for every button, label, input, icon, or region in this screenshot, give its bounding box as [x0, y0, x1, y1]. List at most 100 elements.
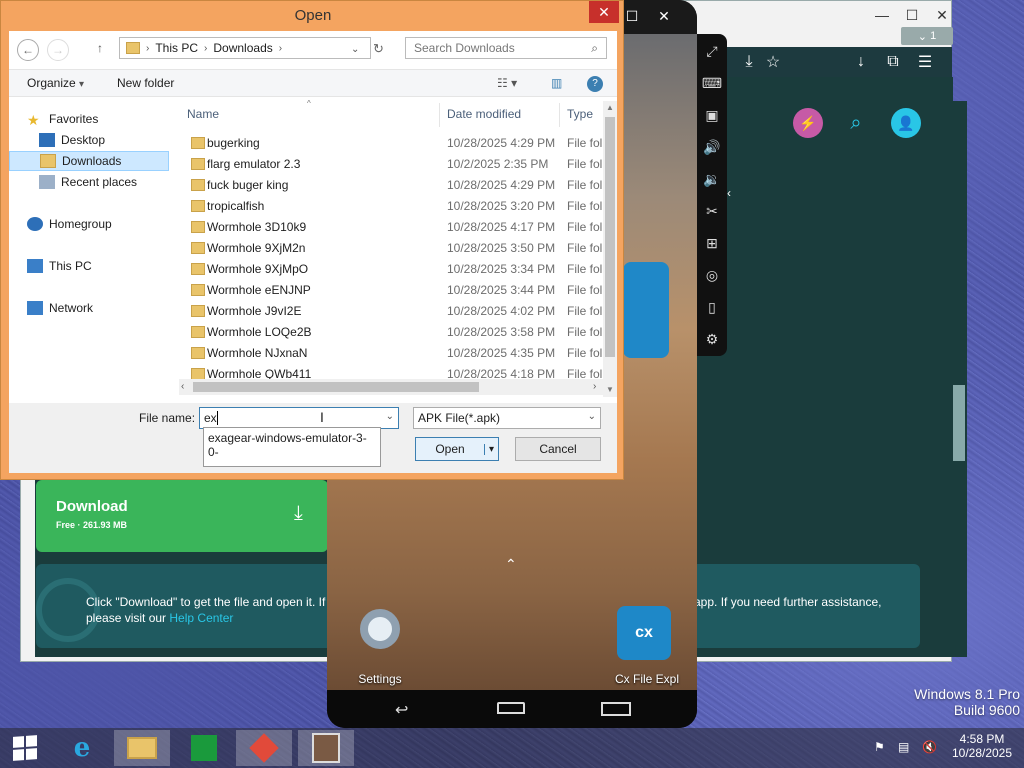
flag-icon[interactable]: ⚑ [874, 740, 885, 754]
help-icon[interactable]: ? [587, 76, 603, 92]
browser-scrollbar[interactable] [951, 101, 967, 657]
open-dropdown-icon[interactable]: ▾ [484, 443, 498, 455]
help-center-link[interactable]: Help Center [169, 611, 233, 625]
volume-down-icon[interactable]: 🔉 [701, 168, 723, 190]
app-drawer-chevron-icon[interactable]: ⌃ [505, 556, 517, 573]
open-button[interactable]: Open ▾ [415, 437, 499, 461]
recents-icon[interactable] [601, 702, 631, 716]
nav-desktop[interactable]: Desktop [39, 130, 199, 150]
network-icon [27, 301, 43, 315]
version-badge[interactable]: ⌄ 1 [901, 27, 953, 45]
view-options-icon[interactable]: ☷ ▾ [497, 76, 517, 90]
file-row[interactable]: Wormhole 3D10k9 10/28/2025 4:17 PM File fo… [185, 217, 617, 238]
volume-up-icon[interactable]: 🔊 [701, 136, 723, 158]
filename-input[interactable]: ex ⌄ [199, 407, 399, 429]
search-icon[interactable]: ⌕ [841, 108, 871, 138]
settings-app-icon[interactable] [353, 602, 407, 656]
up-arrow-icon[interactable]: ↑ [97, 41, 103, 55]
apk-install-icon[interactable]: ▣ [701, 104, 723, 126]
sidebar-collapse-icon[interactable]: ‹ [727, 186, 731, 200]
file-row[interactable]: Wormhole eENJNP 10/28/2025 3:44 PM File fo… [185, 280, 617, 301]
file-row[interactable]: Wormhole 9XjM2n 10/28/2025 3:50 PM File fo… [185, 238, 617, 259]
hscroll-thumb[interactable] [193, 382, 479, 392]
forward-arrow-icon[interactable]: → [47, 39, 69, 61]
file-list-hscroll[interactable]: ‹ › [179, 379, 603, 395]
column-name[interactable]: Name [187, 107, 219, 121]
location-icon[interactable]: ◎ [701, 264, 723, 286]
organize-button[interactable]: Organize ▾ [27, 76, 84, 90]
screenshot-icon[interactable]: ✂ [701, 200, 723, 222]
maximize-button[interactable]: ☐ [897, 3, 927, 27]
scroll-right-icon[interactable]: › [593, 381, 596, 392]
file-row[interactable]: Wormhole 9XjMpO 10/28/2025 3:34 PM File fo… [185, 259, 617, 280]
flash-icon[interactable]: ⚡ [793, 108, 823, 138]
extensions-icon[interactable]: ⧉ [881, 50, 905, 74]
column-divider[interactable] [439, 103, 440, 127]
file-row[interactable]: flarg emulator 2.3 10/2/2025 2:35 PM File … [185, 154, 617, 175]
dialog-close-button[interactable]: ✕ [589, 1, 619, 23]
volume-muted-icon[interactable]: 🔇 [922, 740, 937, 754]
home-icon[interactable] [497, 702, 525, 714]
android-widget[interactable] [623, 262, 669, 358]
network-tray-icon[interactable]: ▤ [898, 740, 909, 754]
shake-icon[interactable]: ▯ [701, 296, 723, 318]
autocomplete-item[interactable]: exagear-windows-emulator-3-0- [208, 431, 367, 459]
cancel-button[interactable]: Cancel [515, 437, 601, 461]
vscroll-thumb[interactable] [605, 117, 615, 357]
download-tray-icon[interactable]: ⤓ [737, 50, 761, 74]
nav-this-pc[interactable]: This PC [27, 256, 187, 276]
taskbar-file-explorer[interactable] [114, 730, 170, 766]
new-folder-button[interactable]: New folder [117, 76, 174, 90]
taskbar-store[interactable] [176, 730, 232, 766]
breadcrumb-downloads[interactable]: Downloads [213, 41, 272, 55]
file-row[interactable]: Wormhole NJxnaN 10/28/2025 4:35 PM File fo… [185, 343, 617, 364]
scroll-left-icon[interactable]: ‹ [181, 381, 184, 392]
star-icon[interactable]: ☆ [761, 50, 785, 74]
back-icon[interactable]: ↩ [395, 700, 408, 720]
filetype-select[interactable]: APK File(*.apk) ⌄ [413, 407, 601, 429]
column-date[interactable]: Date modified [447, 107, 521, 121]
clock[interactable]: 4:58 PM 10/28/2025 [944, 732, 1020, 760]
scroll-down-icon[interactable]: ▼ [606, 385, 614, 394]
browser-scroll-thumb[interactable] [953, 385, 965, 461]
emulator-close-button[interactable]: ✕ [649, 4, 679, 28]
start-button[interactable] [0, 730, 50, 766]
menu-icon[interactable]: ☰ [913, 50, 937, 74]
back-arrow-icon[interactable]: ← [17, 39, 39, 61]
keyboard-icon[interactable]: ⌨ [701, 72, 723, 94]
download-card[interactable]: Download Free · 261.93 MB ⤓ [36, 480, 328, 552]
file-row[interactable]: fuck buger king 10/28/2025 4:29 PM File fo… [185, 175, 617, 196]
search-input[interactable]: Search Downloads ⌕ [405, 37, 607, 59]
settings-gear-icon[interactable]: ⚙ [701, 328, 723, 350]
minimize-button[interactable]: — [867, 3, 897, 27]
refresh-icon[interactable]: ↻ [373, 41, 384, 57]
close-button[interactable]: ✕ [927, 3, 957, 27]
account-icon[interactable]: 👤 [891, 108, 921, 138]
taskbar-internet-explorer[interactable]: e [54, 730, 110, 766]
nav-favorites[interactable]: ★ Favorites [27, 109, 187, 129]
nav-recent-places[interactable]: Recent places [39, 172, 199, 192]
preview-pane-icon[interactable]: ▥ [551, 76, 562, 90]
column-type[interactable]: Type [567, 107, 593, 121]
column-divider[interactable] [559, 103, 560, 127]
cx-file-explorer-icon[interactable]: cx [617, 606, 671, 660]
taskbar-emulator-app[interactable] [236, 730, 292, 766]
multi-instance-icon[interactable]: ⊞ [701, 232, 723, 254]
file-list-vscroll[interactable]: ▲ ▼ [603, 101, 617, 397]
filename-dropdown-icon[interactable]: ⌄ [386, 411, 394, 422]
address-bar[interactable]: › This PC › Downloads › [119, 37, 371, 59]
address-dropdown-icon[interactable]: ⌄ [351, 41, 359, 55]
download-icon[interactable]: ↓ [849, 50, 873, 74]
nav-homegroup[interactable]: Homegroup [27, 214, 187, 234]
file-row[interactable]: Wormhole LOQe2B 10/28/2025 3:58 PM File fo… [185, 322, 617, 343]
file-row[interactable]: bugerking 10/28/2025 4:29 PM File fol [185, 133, 617, 154]
file-row[interactable]: tropicalfish 10/28/2025 3:20 PM File fol [185, 196, 617, 217]
file-row[interactable]: Wormhole J9vI2E 10/28/2025 4:02 PM File fo… [185, 301, 617, 322]
nav-network[interactable]: Network [27, 298, 187, 318]
breadcrumb-this-pc[interactable]: This PC [155, 41, 198, 55]
scroll-up-icon[interactable]: ▲ [606, 103, 614, 112]
autocomplete-dropdown[interactable]: exagear-windows-emulator-3-0- [203, 427, 381, 467]
fullscreen-icon[interactable]: ⤢ [701, 40, 723, 62]
nav-downloads[interactable]: Downloads [9, 151, 169, 171]
taskbar-android-window[interactable] [298, 730, 354, 766]
